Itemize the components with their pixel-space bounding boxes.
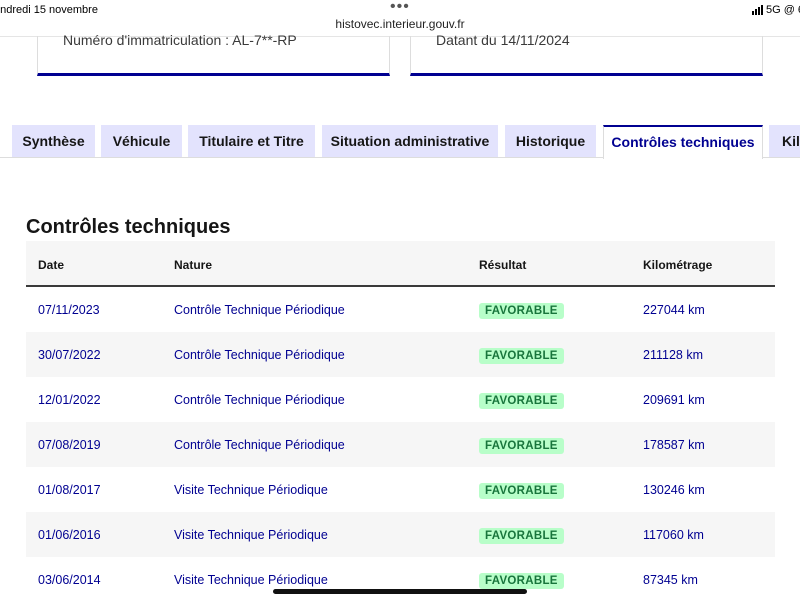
cell-nature: Visite Technique Périodique [174, 528, 328, 542]
result-badge: FAVORABLE [479, 438, 564, 454]
cell-date: 12/01/2022 [38, 393, 101, 407]
section-title: Contrôles techniques [26, 216, 231, 238]
url-bar[interactable]: histovec.interieur.gouv.fr [0, 17, 800, 31]
cell-kilometrage: 178587 km [643, 438, 705, 452]
cell-nature: Visite Technique Périodique [174, 483, 328, 497]
cell-date: 30/07/2022 [38, 348, 101, 362]
inspections-table: Date Nature Résultat Kilométrage 07/11/2… [26, 241, 775, 600]
cell-kilometrage: 209691 km [643, 393, 705, 407]
tab-vehicule[interactable]: Véhicule [101, 125, 182, 158]
table-row: 01/06/2016 Visite Technique Périodique F… [26, 512, 775, 557]
status-date: endredi 15 novembre [0, 4, 98, 16]
tab-titulaire-et-titre[interactable]: Titulaire et Titre [188, 125, 315, 158]
registration-number: Numéro d'immatriculation : AL-7**-RP [63, 32, 297, 48]
cell-date: 03/06/2014 [38, 573, 101, 587]
table-header: Date Nature Résultat Kilométrage [26, 241, 775, 287]
table-row: 07/11/2023 Contrôle Technique Périodique… [26, 287, 775, 332]
status-indicators: 5G @ 6 [752, 4, 800, 16]
report-date-card: Datant du 14/11/2024 [410, 32, 763, 76]
result-badge: FAVORABLE [479, 303, 564, 319]
network-label: 5G [766, 4, 781, 16]
header-result: Résultat [479, 258, 527, 272]
header-date: Date [38, 258, 65, 272]
header-kilometrage: Kilométrage [643, 258, 713, 272]
result-badge: FAVORABLE [479, 348, 564, 364]
cell-date: 07/11/2023 [38, 303, 100, 317]
result-badge: FAVORABLE [479, 528, 564, 544]
cell-nature: Contrôle Technique Périodique [174, 438, 345, 452]
home-indicator[interactable] [273, 589, 527, 594]
cell-kilometrage: 130246 km [643, 483, 705, 497]
tab-controles-techniques[interactable]: Contrôles techniques [603, 125, 763, 159]
table-row: 12/01/2022 Contrôle Technique Périodique… [26, 377, 775, 422]
cell-kilometrage: 227044 km [643, 303, 705, 317]
cell-nature: Contrôle Technique Périodique [174, 303, 345, 317]
cell-nature: Contrôle Technique Périodique [174, 393, 345, 407]
more-dots-icon[interactable]: ••• [390, 0, 410, 15]
tab-synthese[interactable]: Synthèse [12, 125, 95, 158]
cell-nature: Contrôle Technique Périodique [174, 348, 345, 362]
location-icon: @ [783, 4, 795, 16]
report-date: Datant du 14/11/2024 [436, 32, 570, 48]
signal-icon [752, 5, 764, 15]
tab-bar: Synthèse Véhicule Titulaire et Titre Sit… [0, 125, 800, 159]
cell-kilometrage: 117060 km [643, 528, 704, 542]
table-row: 07/08/2019 Contrôle Technique Périodique… [26, 422, 775, 467]
cell-kilometrage: 87345 km [643, 573, 698, 587]
cell-date: 01/06/2016 [38, 528, 101, 542]
tab-historique[interactable]: Historique [505, 125, 596, 158]
table-row: 01/08/2017 Visite Technique Périodique F… [26, 467, 775, 512]
tab-situation-administrative[interactable]: Situation administrative [322, 125, 498, 158]
result-badge: FAVORABLE [479, 393, 564, 409]
table-row: 30/07/2022 Contrôle Technique Périodique… [26, 332, 775, 377]
registration-card: Numéro d'immatriculation : AL-7**-RP [37, 32, 390, 76]
cell-date: 01/08/2017 [38, 483, 101, 497]
tab-kilometrage[interactable]: Kilo [769, 125, 800, 158]
cell-date: 07/08/2019 [38, 438, 101, 452]
cell-nature: Visite Technique Périodique [174, 573, 328, 587]
header-nature: Nature [174, 258, 213, 272]
result-badge: FAVORABLE [479, 483, 564, 499]
cell-kilometrage: 211128 km [643, 348, 703, 362]
result-badge: FAVORABLE [479, 573, 564, 589]
